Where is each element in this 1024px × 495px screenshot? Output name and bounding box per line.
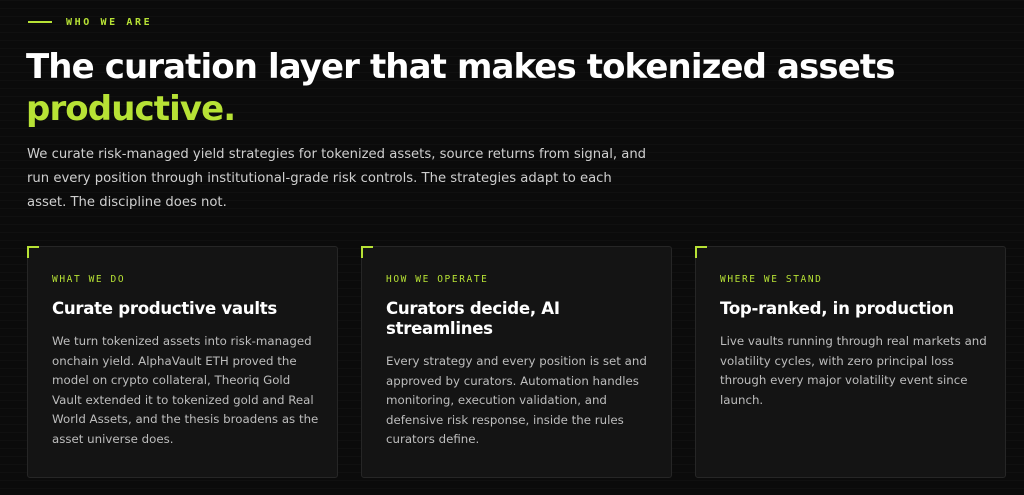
corner-bracket-icon xyxy=(695,246,707,258)
card-label: WHERE WE STAND xyxy=(720,274,823,285)
corner-bracket-icon xyxy=(27,246,39,258)
card-body: Live vaults running through real markets… xyxy=(720,334,987,407)
page-headline: The curation layer that makes tokenized … xyxy=(26,46,1006,130)
card-body: Every strategy and every position is set… xyxy=(386,354,647,447)
card-label: HOW WE OPERATE xyxy=(386,274,489,285)
eyebrow-accent-line xyxy=(28,21,52,23)
card-what-we-do: WHAT WE DO Curate productive vaults We t… xyxy=(27,246,338,478)
section-eyebrow: WHO WE ARE xyxy=(28,14,152,30)
card-label: WHAT WE DO xyxy=(52,274,126,285)
card-title: Top-ranked, in production xyxy=(720,299,954,318)
corner-bracket-icon xyxy=(361,246,373,258)
card-where-we-stand: WHERE WE STAND Top-ranked, in production… xyxy=(695,246,1006,478)
lead-paragraph: We curate risk-managed yield strategies … xyxy=(27,147,647,210)
eyebrow-label: WHO WE ARE xyxy=(66,16,153,28)
card-how-we-operate: HOW WE OPERATE Curators decide, AI strea… xyxy=(361,246,672,478)
card-title: Curate productive vaults xyxy=(52,299,277,318)
headline-main-text: The curation layer that makes tokenized … xyxy=(26,47,895,87)
card-title: Curators decide, AI streamlines xyxy=(386,299,560,338)
card-body: We turn tokenized assets into risk-manag… xyxy=(52,334,319,446)
headline-accent-text: productive. xyxy=(26,89,236,129)
